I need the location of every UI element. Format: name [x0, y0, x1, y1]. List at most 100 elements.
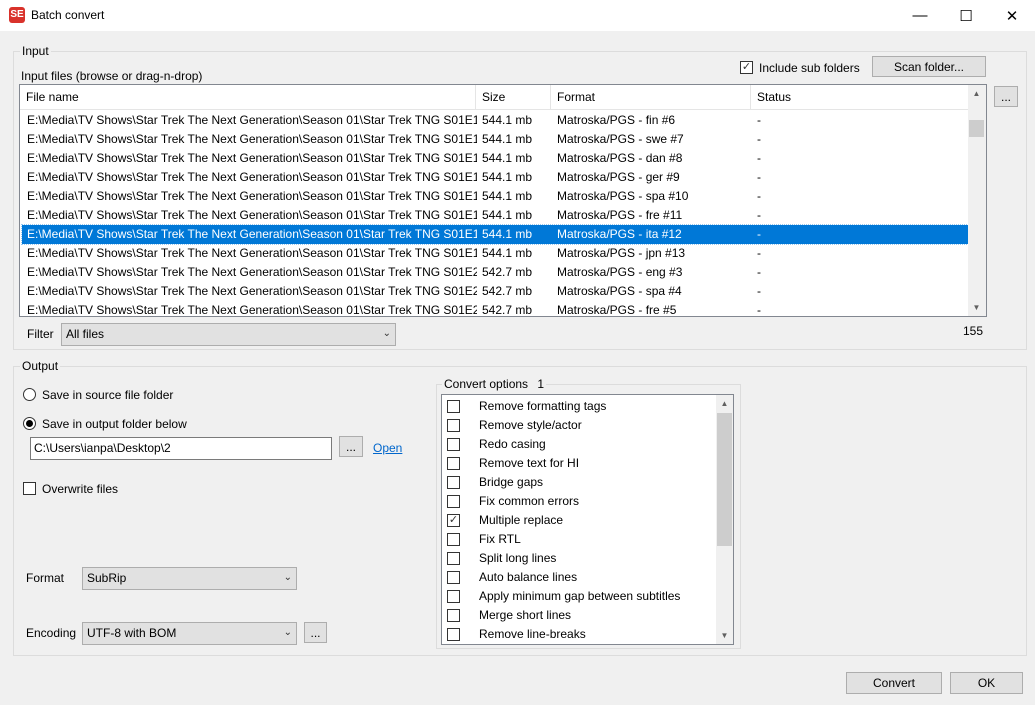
list-item[interactable]: Bridge gaps	[442, 473, 716, 492]
list-item[interactable]: Remove line-breaks	[442, 625, 716, 644]
cell-format: Matroska/PGS - ger #9	[557, 170, 680, 184]
cell-size: 544.1 mb	[482, 132, 533, 146]
filter-dropdown[interactable]: All files ⌄	[61, 323, 396, 346]
table-row[interactable]: E:\Media\TV Shows\Star Trek The Next Gen…	[22, 206, 968, 225]
option-checkbox[interactable]	[447, 400, 460, 413]
cell-file-name: E:\Media\TV Shows\Star Trek The Next Gen…	[27, 151, 477, 165]
list-item[interactable]: ✓ Multiple replace	[442, 511, 716, 530]
open-folder-link[interactable]: Open	[373, 441, 402, 455]
scan-folder-button[interactable]: Scan folder...	[872, 56, 986, 77]
table-row[interactable]: E:\Media\TV Shows\Star Trek The Next Gen…	[21, 224, 969, 245]
scrollbar-thumb[interactable]	[717, 413, 732, 546]
list-item[interactable]: Merge short lines	[442, 606, 716, 625]
table-row[interactable]: E:\Media\TV Shows\Star Trek The Next Gen…	[22, 244, 968, 263]
option-checkbox[interactable]	[447, 571, 460, 584]
list-header: File name Size Format Status	[20, 85, 968, 110]
list-item[interactable]: Fix RTL	[442, 530, 716, 549]
option-checkbox[interactable]	[447, 533, 460, 546]
table-row[interactable]: E:\Media\TV Shows\Star Trek The Next Gen…	[22, 263, 968, 282]
column-header-format[interactable]: Format	[551, 85, 751, 110]
title-bar: SE Batch convert — ☐ ✕	[0, 0, 1035, 31]
option-checkbox[interactable]	[447, 495, 460, 508]
option-checkbox[interactable]	[447, 438, 460, 451]
cell-size: 544.1 mb	[482, 246, 533, 260]
option-checkbox[interactable]	[447, 609, 460, 622]
encoding-more-button[interactable]: ...	[304, 622, 327, 643]
table-row[interactable]: E:\Media\TV Shows\Star Trek The Next Gen…	[22, 301, 968, 317]
table-row[interactable]: E:\Media\TV Shows\Star Trek The Next Gen…	[22, 282, 968, 301]
include-subfolders-checkbox[interactable]: ✓	[740, 61, 753, 74]
chevron-down-icon[interactable]: ▼	[968, 299, 985, 316]
option-checkbox[interactable]	[447, 590, 460, 603]
output-folder-field[interactable]: C:\Users\ianpa\Desktop\2	[30, 437, 332, 460]
list-item[interactable]: Remove style/actor	[442, 416, 716, 435]
option-label: Split long lines	[479, 551, 557, 565]
cell-status: -	[757, 284, 761, 298]
save-in-source-label: Save in source file folder	[42, 388, 174, 402]
chevron-down-icon: ⌄	[382, 328, 391, 339]
cell-file-name: E:\Media\TV Shows\Star Trek The Next Gen…	[27, 303, 477, 317]
option-label: Apply minimum gap between subtitles	[479, 589, 681, 603]
table-row[interactable]: E:\Media\TV Shows\Star Trek The Next Gen…	[22, 130, 968, 149]
chevron-down-icon: ⌄	[283, 627, 292, 638]
format-dropdown[interactable]: SubRip ⌄	[82, 567, 297, 590]
column-header-status[interactable]: Status	[751, 85, 968, 110]
cell-size: 542.7 mb	[482, 284, 533, 298]
convert-options-count: 1	[537, 377, 545, 391]
cell-format: Matroska/PGS - spa #10	[557, 189, 689, 203]
list-item[interactable]: Fix common errors	[442, 492, 716, 511]
cell-status: -	[757, 132, 761, 146]
list-item[interactable]: Remove text for HI	[442, 454, 716, 473]
table-row[interactable]: E:\Media\TV Shows\Star Trek The Next Gen…	[22, 111, 968, 130]
input-files-list[interactable]: File name Size Format Status E:\Media\TV…	[19, 84, 987, 317]
option-label: Remove text for HI	[479, 456, 580, 470]
column-header-size[interactable]: Size	[476, 85, 551, 110]
cell-format: Matroska/PGS - fre #11	[557, 208, 683, 222]
overwrite-files-checkbox[interactable]	[23, 482, 36, 495]
column-header-file-name[interactable]: File name	[20, 85, 476, 110]
minimize-button[interactable]: —	[897, 0, 943, 31]
maximize-button[interactable]: ☐	[943, 0, 989, 31]
save-in-source-radio[interactable]	[23, 388, 36, 401]
encoding-dropdown[interactable]: UTF-8 with BOM ⌄	[82, 622, 297, 645]
convert-options-header: Convert options 1	[442, 377, 547, 391]
option-label: Remove line-breaks	[479, 627, 586, 641]
chevron-down-icon[interactable]: ▼	[716, 627, 733, 644]
ok-button[interactable]: OK	[950, 672, 1023, 694]
convert-options-list[interactable]: Remove formatting tags Remove style/actor…	[441, 394, 734, 645]
convert-button[interactable]: Convert	[846, 672, 942, 694]
list-item[interactable]: Remove formatting tags	[442, 397, 716, 416]
list-item[interactable]: Split long lines	[442, 549, 716, 568]
option-checkbox[interactable]: ✓	[447, 514, 460, 527]
cell-file-name: E:\Media\TV Shows\Star Trek The Next Gen…	[27, 208, 477, 222]
save-in-output-radio[interactable]	[23, 417, 36, 430]
option-checkbox[interactable]	[447, 476, 460, 489]
list-vertical-scrollbar[interactable]: ▲ ▼	[968, 85, 986, 316]
chevron-up-icon[interactable]: ▲	[716, 395, 733, 412]
option-checkbox[interactable]	[447, 457, 460, 470]
encoding-label: Encoding	[26, 626, 77, 640]
close-button[interactable]: ✕	[989, 0, 1035, 31]
option-checkbox[interactable]	[447, 628, 460, 641]
cell-status: -	[757, 113, 761, 127]
chevron-up-icon[interactable]: ▲	[968, 85, 985, 102]
table-row[interactable]: E:\Media\TV Shows\Star Trek The Next Gen…	[22, 168, 968, 187]
option-label: Merge short lines	[479, 608, 572, 622]
cell-status: -	[757, 208, 761, 222]
list-item[interactable]: Auto balance lines	[442, 568, 716, 587]
options-vertical-scrollbar[interactable]: ▲ ▼	[716, 395, 733, 644]
list-item[interactable]: Apply minimum gap between subtitles	[442, 587, 716, 606]
browse-input-button[interactable]: ...	[994, 86, 1018, 107]
cell-file-name: E:\Media\TV Shows\Star Trek The Next Gen…	[27, 284, 477, 298]
cell-file-name: E:\Media\TV Shows\Star Trek The Next Gen…	[27, 265, 477, 279]
browse-output-button[interactable]: ...	[339, 436, 363, 457]
cell-size: 544.1 mb	[482, 227, 533, 241]
scrollbar-thumb[interactable]	[969, 120, 984, 137]
option-label: Fix RTL	[479, 532, 521, 546]
list-item[interactable]: Redo casing	[442, 435, 716, 454]
table-row[interactable]: E:\Media\TV Shows\Star Trek The Next Gen…	[22, 187, 968, 206]
option-checkbox[interactable]	[447, 552, 460, 565]
option-label: Redo casing	[479, 437, 546, 451]
option-checkbox[interactable]	[447, 419, 460, 432]
table-row[interactable]: E:\Media\TV Shows\Star Trek The Next Gen…	[22, 149, 968, 168]
